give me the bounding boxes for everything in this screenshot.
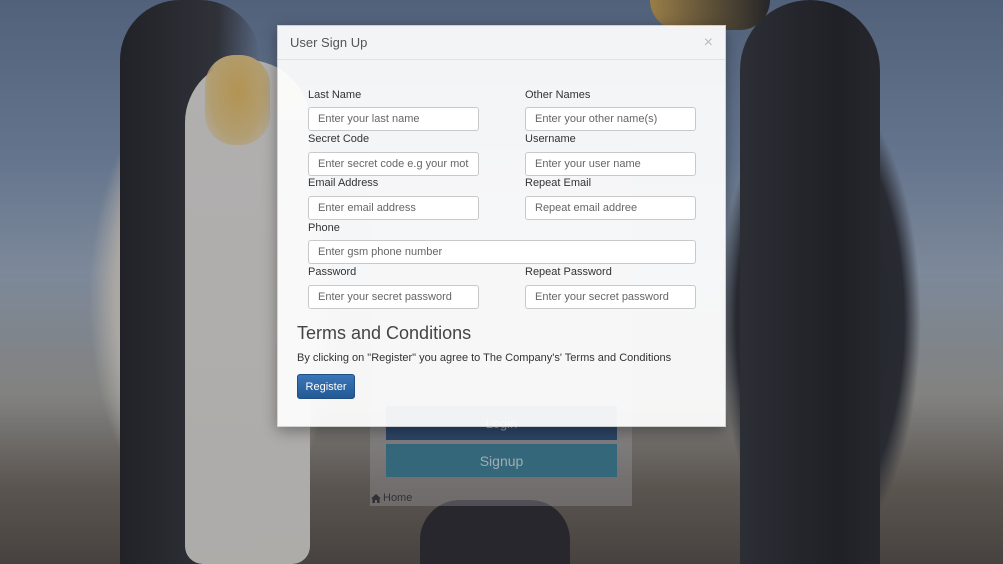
close-icon[interactable]: × bbox=[704, 34, 713, 51]
terms-text: By clicking on "Register" you agree to T… bbox=[297, 352, 672, 364]
password-input[interactable] bbox=[308, 285, 479, 309]
secret-code-label: Secret Code bbox=[308, 133, 370, 145]
last-name-input[interactable] bbox=[308, 107, 479, 131]
email-input[interactable] bbox=[308, 196, 479, 220]
phone-label: Phone bbox=[308, 222, 340, 234]
repeat-password-input[interactable] bbox=[525, 285, 696, 309]
username-input[interactable] bbox=[525, 152, 696, 176]
modal-header: User Sign Up × bbox=[278, 26, 725, 60]
phone-input[interactable] bbox=[308, 240, 696, 264]
modal-title: User Sign Up bbox=[290, 35, 368, 50]
other-names-label: Other Names bbox=[525, 89, 591, 101]
password-label: Password bbox=[308, 266, 357, 278]
repeat-email-label: Repeat Email bbox=[525, 177, 592, 189]
repeat-password-label: Repeat Password bbox=[525, 266, 612, 278]
secret-code-input[interactable] bbox=[308, 152, 479, 176]
username-label: Username bbox=[525, 133, 576, 145]
email-label: Email Address bbox=[308, 177, 379, 189]
terms-title: Terms and Conditions bbox=[297, 323, 472, 343]
last-name-label: Last Name bbox=[308, 89, 362, 101]
repeat-email-input[interactable] bbox=[525, 196, 696, 220]
other-names-input[interactable] bbox=[525, 107, 696, 131]
register-button[interactable]: Register bbox=[297, 374, 355, 399]
signup-modal: User Sign Up × Last Name Other Names Sec… bbox=[277, 25, 726, 427]
